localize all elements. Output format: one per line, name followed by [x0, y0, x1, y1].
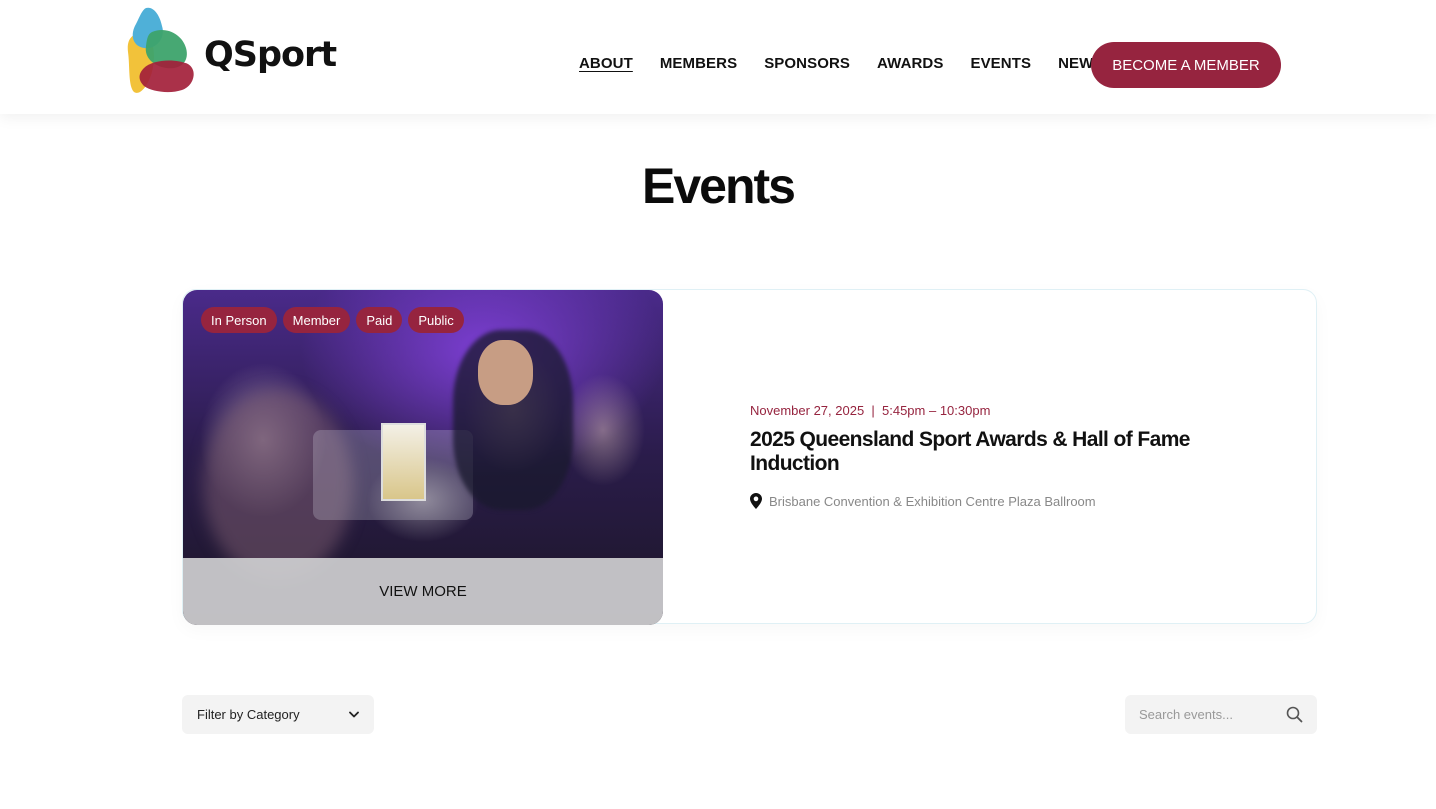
nav-item-awards[interactable]: AWARDS: [877, 55, 943, 72]
category-filter-select[interactable]: Filter by Category: [182, 695, 374, 734]
search-box: [1125, 695, 1317, 734]
nav-item-members[interactable]: MEMBERS: [660, 55, 737, 72]
event-tags: In Person Member Paid Public: [201, 307, 464, 333]
event-info: November 27, 2025 | 5:45pm – 10:30pm 202…: [750, 403, 1220, 509]
event-image[interactable]: In Person Member Paid Public VIEW MORE: [183, 290, 663, 625]
image-man-face: [478, 340, 533, 405]
logo[interactable]: QSport: [126, 6, 337, 98]
brand-name: QSport: [204, 35, 337, 75]
nav-item-sponsors[interactable]: SPONSORS: [764, 55, 850, 72]
main-nav: ABOUT MEMBERS SPONSORS AWARDS EVENTS NEW…: [579, 55, 1131, 72]
event-date-time: November 27, 2025 | 5:45pm – 10:30pm: [750, 403, 991, 418]
event-title[interactable]: 2025 Queensland Sport Awards & Hall of F…: [750, 428, 1190, 476]
nav-item-about[interactable]: ABOUT: [579, 55, 633, 72]
tag-in-person[interactable]: In Person: [201, 307, 277, 333]
nav-item-events[interactable]: EVENTS: [970, 55, 1031, 72]
chevron-down-icon: [349, 711, 359, 718]
event-location-text: Brisbane Convention & Exhibition Centre …: [769, 493, 1096, 509]
search-input[interactable]: [1139, 707, 1279, 722]
qsport-logo-icon: [127, 7, 194, 93]
become-member-button[interactable]: BECOME A MEMBER: [1091, 42, 1281, 88]
tag-paid[interactable]: Paid: [356, 307, 403, 333]
location-pin-icon: [750, 493, 762, 509]
event-location: Brisbane Convention & Exhibition Centre …: [750, 493, 1220, 509]
image-photo-frame: [381, 423, 426, 501]
category-filter-label: Filter by Category: [197, 707, 300, 722]
page-title: Events: [642, 158, 796, 214]
view-more-button[interactable]: VIEW MORE: [183, 558, 663, 625]
featured-event-card[interactable]: In Person Member Paid Public VIEW MORE N…: [182, 289, 1317, 625]
tag-public[interactable]: Public: [408, 307, 464, 333]
search-icon[interactable]: [1286, 706, 1303, 723]
site-header: QSport ABOUT MEMBERS SPONSORS AWARDS EVE…: [0, 0, 1436, 114]
tag-member[interactable]: Member: [282, 307, 351, 333]
